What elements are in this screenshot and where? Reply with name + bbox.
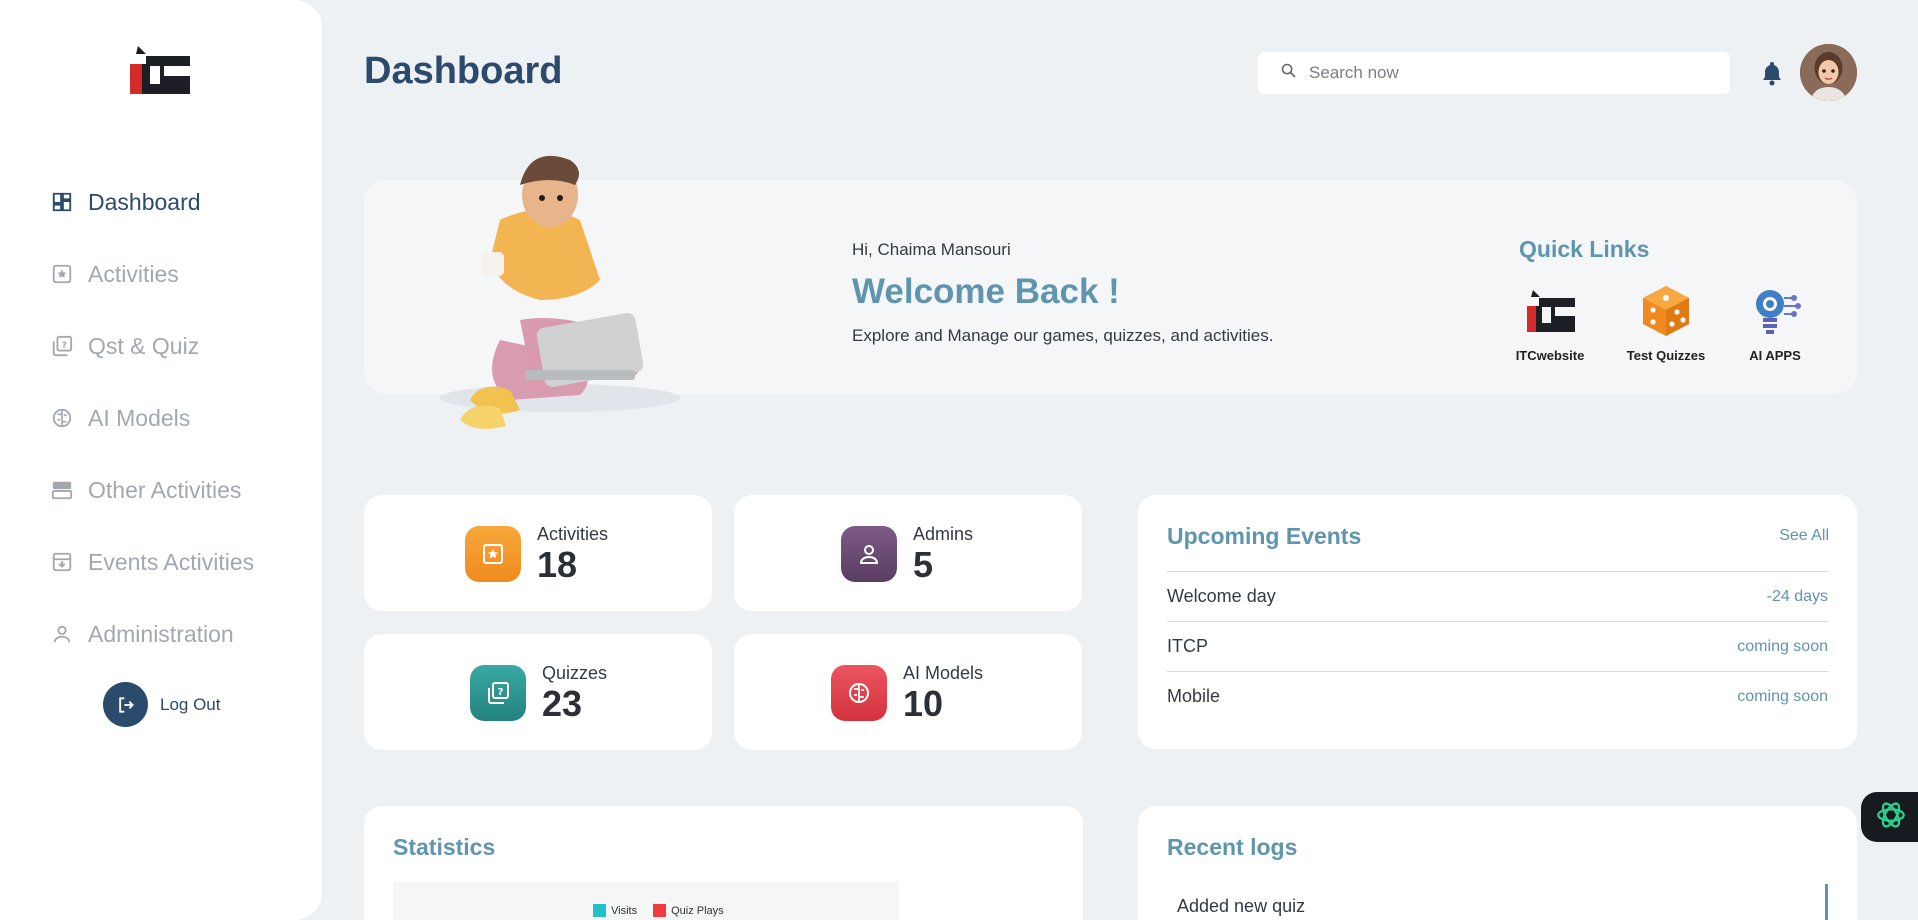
quick-link-itcwebsite[interactable]: ITCwebsite [1500, 284, 1600, 363]
quick-links-title: Quick Links [1519, 236, 1650, 262]
scrollbar[interactable] [1825, 884, 1828, 920]
legend-item-quiz-plays[interactable]: Quiz Plays [653, 904, 724, 917]
legend-swatch [653, 904, 667, 917]
sidebar-item-ai-models[interactable]: AI Models [50, 398, 310, 438]
stat-label: Admins [913, 524, 974, 544]
event-row[interactable]: Mobile coming soon [1167, 671, 1828, 721]
legend-label: Visits [611, 904, 638, 917]
itc-logo[interactable] [128, 42, 194, 98]
sidebar-item-administration[interactable]: Administration [50, 614, 310, 654]
quick-link-label: ITCwebsite [1515, 348, 1585, 363]
svg-text:?: ? [62, 340, 67, 351]
stat-label: Quizzes [542, 663, 608, 683]
sidebar: Dashboard Activities ? Qst & Quiz AI Mod… [0, 0, 322, 920]
event-when: coming soon [1737, 687, 1828, 705]
event-when: coming soon [1737, 637, 1828, 655]
sidebar-item-label: AI Models [88, 404, 191, 431]
stat-value: 10 [903, 683, 944, 724]
legend-label: Quiz Plays [671, 904, 724, 917]
avatar[interactable] [1800, 44, 1857, 101]
stat-card-admins[interactable]: Admins 5 [734, 495, 1082, 611]
quick-link-test-quizzes[interactable]: Test Quizzes [1616, 284, 1716, 363]
sidebar-item-label: Activities [88, 260, 179, 287]
quick-link-label: AI APPS [1749, 348, 1801, 363]
sidebar-item-qst-quiz[interactable]: ? Qst & Quiz [50, 326, 310, 366]
logout-button[interactable]: Log Out [103, 682, 221, 727]
sidebar-item-label: Other Activities [88, 476, 242, 503]
logout-icon [103, 682, 148, 727]
stat-label: AI Models [903, 663, 984, 683]
event-row[interactable]: ITCP coming soon [1167, 621, 1828, 671]
upcoming-events-card: Upcoming Events See All Welcome day -24 … [1138, 495, 1857, 749]
quiz-icon: ? [50, 334, 74, 358]
stat-label: Activities [537, 524, 609, 544]
quick-link-ai-apps[interactable]: AI APPS [1725, 284, 1825, 363]
svg-text:?: ? [498, 687, 504, 698]
event-name: Welcome day [1167, 586, 1276, 606]
ai-assistant-button[interactable] [1861, 792, 1918, 842]
sidebar-item-events-activities[interactable]: Events Activities [50, 542, 310, 582]
star-box-icon [465, 525, 521, 582]
sidebar-item-other-activities[interactable]: Other Activities [50, 470, 310, 510]
events-title: Upcoming Events [1167, 523, 1362, 549]
ai-bulb-icon [1748, 284, 1802, 338]
dice-icon [1639, 284, 1693, 338]
stat-card-ai-models[interactable]: AI Models 10 [734, 634, 1082, 750]
recent-logs-card: Recent logs Added new quiz [1138, 806, 1857, 920]
quiz-icon: ? [470, 664, 526, 721]
stat-value: 5 [913, 544, 934, 585]
openai-icon [1874, 798, 1908, 837]
brain-icon [50, 406, 74, 430]
sidebar-nav: Dashboard Activities ? Qst & Quiz AI Mod… [50, 182, 310, 686]
sidebar-item-label: Events Activities [88, 548, 255, 575]
event-row[interactable]: Welcome day -24 days [1167, 571, 1828, 621]
logout-label: Log Out [160, 694, 221, 714]
stat-card-activities[interactable]: Activities 18 [364, 495, 712, 611]
stat-value: 18 [537, 544, 578, 585]
stat-card-quizzes[interactable]: ? Quizzes 23 [364, 634, 712, 750]
dashboard-icon [50, 190, 74, 214]
search-input[interactable] [1309, 63, 1689, 83]
event-when: -24 days [1766, 587, 1828, 605]
page-title: Dashboard [364, 50, 563, 92]
greeting-text: Hi, Chaima Mansouri [852, 240, 1011, 259]
log-item: Added new quiz [1177, 896, 1306, 916]
search-icon [1280, 62, 1297, 84]
stat-value: 23 [542, 683, 583, 724]
event-name: ITCP [1167, 636, 1209, 656]
quick-link-label: Test Quizzes [1626, 348, 1706, 363]
star-box-icon [50, 262, 74, 286]
welcome-subtitle: Explore and Manage our games, quizzes, a… [852, 326, 1274, 345]
welcome-heading: Welcome Back ! [852, 272, 1120, 311]
person-icon [50, 622, 74, 646]
statistics-chart: Visits Quiz Plays [393, 882, 899, 920]
panels-icon [50, 478, 74, 502]
sidebar-item-label: Administration [88, 620, 234, 647]
event-name: Mobile [1167, 686, 1221, 706]
character-illustration [400, 140, 690, 430]
sidebar-item-label: Dashboard [88, 188, 201, 215]
statistics-title: Statistics [393, 834, 496, 860]
legend-swatch [593, 904, 606, 917]
itc-logo-icon [1523, 284, 1577, 338]
statistics-card: Statistics Visits Quiz Plays [364, 806, 1083, 920]
search-box[interactable] [1258, 52, 1730, 94]
sidebar-item-dashboard[interactable]: Dashboard [50, 182, 310, 222]
logs-title: Recent logs [1167, 834, 1298, 860]
legend-item-visits[interactable]: Visits [593, 904, 637, 917]
see-all-link[interactable]: See All [1779, 527, 1829, 545]
person-icon [841, 525, 897, 582]
brain-icon [831, 664, 887, 721]
chart-legend: Visits Quiz Plays [593, 904, 740, 917]
events-list: Welcome day -24 days ITCP coming soon Mo… [1167, 571, 1828, 721]
sidebar-item-label: Qst & Quiz [88, 332, 200, 359]
sidebar-item-activities[interactable]: Activities [50, 254, 310, 294]
bell-icon[interactable] [1760, 60, 1784, 86]
archive-icon [50, 550, 74, 574]
